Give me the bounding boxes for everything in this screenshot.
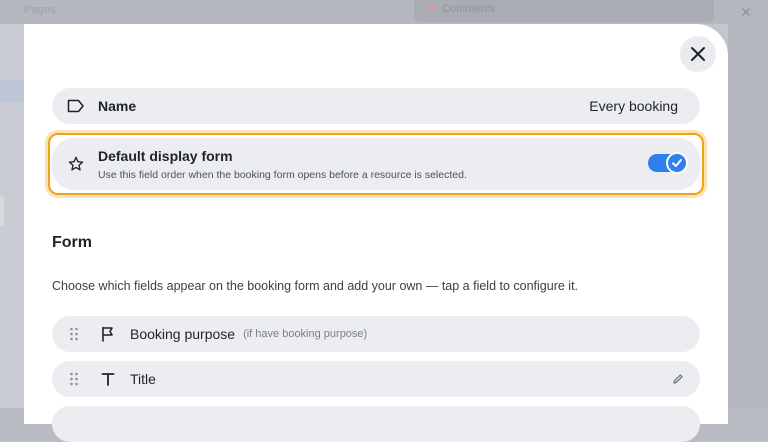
background-close-icon: ✕ (740, 4, 752, 21)
default-display-description: Use this field order when the booking fo… (98, 169, 467, 181)
background-tab-label: Pages (24, 4, 94, 16)
default-display-row[interactable]: Default display form Use this field orde… (52, 138, 700, 190)
drag-handle-icon[interactable] (64, 367, 84, 391)
field-label: Title (130, 371, 156, 387)
field-row-booking-purpose[interactable]: Booking purpose (if have booking purpose… (52, 316, 700, 352)
background-pill-label: Comments (442, 3, 495, 15)
close-icon (690, 46, 706, 62)
text-icon (96, 367, 120, 391)
tag-icon (64, 94, 88, 118)
star-icon (64, 152, 88, 176)
name-label: Name (98, 98, 136, 114)
field-label: Booking purpose (130, 326, 235, 342)
toggle-knob (666, 152, 688, 174)
form-settings-sheet: Name Every booking Default display form … (24, 24, 728, 424)
pencil-icon (672, 373, 684, 385)
check-icon (671, 157, 683, 169)
default-display-toggle[interactable] (648, 154, 682, 172)
name-row[interactable]: Name Every booking (52, 88, 700, 124)
form-section-description: Choose which fields appear on the bookin… (52, 279, 578, 293)
default-display-highlight: Default display form Use this field orde… (48, 133, 704, 195)
form-section-title: Form (52, 234, 92, 252)
background-sidebar-active (0, 80, 24, 102)
field-row-title[interactable]: Title (52, 361, 700, 397)
edit-field-button[interactable] (668, 369, 688, 389)
name-value: Every booking (589, 98, 678, 114)
background-right-panel (728, 24, 768, 408)
field-hint: (if have booking purpose) (243, 328, 367, 340)
background-sidebar-chip (0, 196, 4, 226)
default-display-title: Default display form (98, 148, 233, 164)
background-pill-dot (428, 4, 436, 12)
flag-icon (96, 322, 120, 346)
close-button[interactable] (680, 36, 716, 72)
drag-handle-icon[interactable] (64, 322, 84, 346)
field-row-next[interactable] (52, 406, 700, 442)
